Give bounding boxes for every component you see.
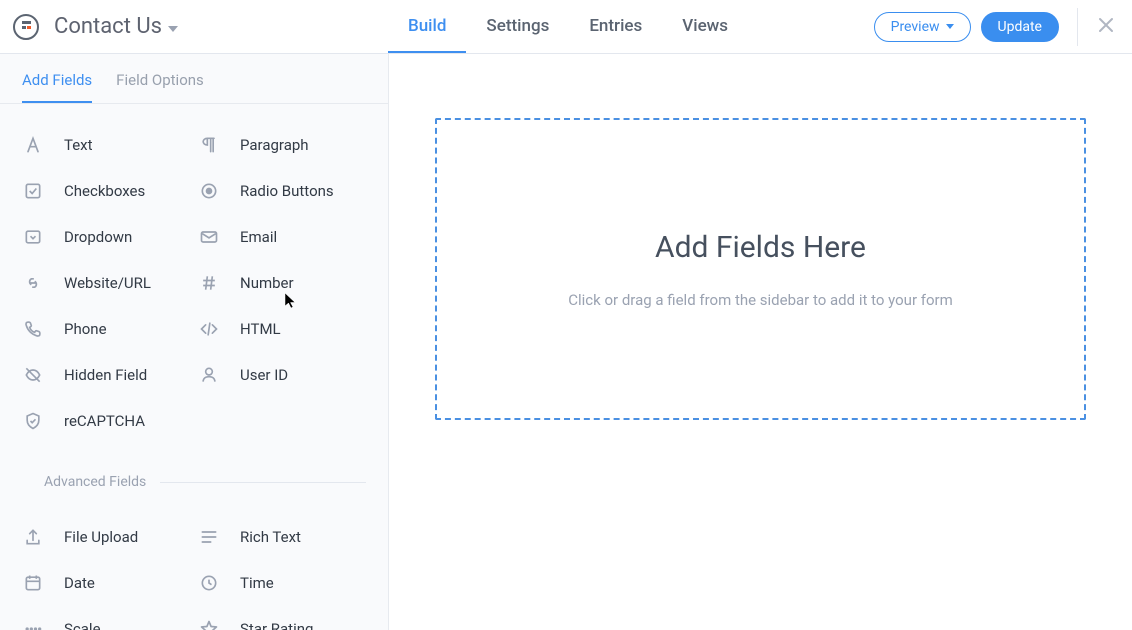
field-label: Paragraph (240, 136, 309, 154)
main-tabs: Build Settings Entries Views (388, 0, 748, 53)
field-label: Website/URL (64, 274, 151, 292)
field-item-user-id[interactable]: User ID (196, 352, 368, 398)
tab-build[interactable]: Build (388, 0, 466, 53)
field-label: Number (240, 274, 294, 292)
upload-icon (20, 527, 46, 547)
field-label: Time (240, 574, 274, 592)
user-icon (196, 365, 222, 385)
update-button[interactable]: Update (981, 12, 1059, 42)
preview-button[interactable]: Preview (874, 12, 971, 42)
basic-fields-grid: Text Paragraph Checkboxes Radio Buttons Drop… (0, 104, 388, 456)
hidden-icon (20, 365, 46, 385)
form-title: Contact Us (54, 14, 162, 39)
form-title-dropdown[interactable]: Contact Us (54, 14, 178, 39)
dropzone[interactable]: Add Fields Here Click or drag a field fr… (435, 118, 1086, 420)
field-item-dropdown[interactable]: Dropdown (20, 214, 192, 260)
field-item-recaptcha[interactable]: reCAPTCHA (20, 398, 192, 444)
tab-entries[interactable]: Entries (569, 0, 662, 53)
field-item-scale[interactable]: Scale (20, 606, 192, 630)
field-label: Dropdown (64, 228, 132, 246)
field-item-radio-buttons[interactable]: Radio Buttons (196, 168, 368, 214)
phone-icon (20, 319, 46, 339)
dropzone-subtitle: Click or drag a field from the sidebar t… (568, 291, 953, 309)
link-icon (20, 273, 46, 293)
field-item-checkboxes[interactable]: Checkboxes (20, 168, 192, 214)
close-button[interactable] (1096, 16, 1116, 38)
sidebar-tabs: Add Fields Field Options (0, 54, 388, 104)
email-icon (196, 227, 222, 247)
tab-settings[interactable]: Settings (466, 0, 569, 53)
field-label: Phone (64, 320, 107, 338)
field-item-phone[interactable]: Phone (20, 306, 192, 352)
field-label: File Upload (64, 528, 138, 546)
advanced-fields-grid: File Upload Rich Text Date Time Scale Star Ra… (0, 496, 388, 630)
tab-views[interactable]: Views (662, 0, 748, 53)
field-item-rich-text[interactable]: Rich Text (196, 514, 368, 560)
field-label: Radio Buttons (240, 182, 334, 200)
preview-label: Preview (891, 19, 940, 35)
field-item-paragraph[interactable]: Paragraph (196, 122, 368, 168)
dropzone-title: Add Fields Here (655, 230, 866, 265)
field-item-html[interactable]: HTML (196, 306, 368, 352)
field-label: Checkboxes (64, 182, 145, 200)
field-label: Email (240, 228, 277, 246)
field-item-file-upload[interactable]: File Upload (20, 514, 192, 560)
field-item-star-rating[interactable]: Star Rating (196, 606, 368, 630)
checkbox-icon (20, 181, 46, 201)
dropdown-icon (20, 227, 46, 247)
field-label: Text (64, 136, 93, 154)
hash-icon (196, 273, 222, 293)
calendar-icon (20, 573, 46, 593)
sidebar-tab-field-options[interactable]: Field Options (116, 71, 204, 103)
list-icon (196, 527, 222, 547)
field-label: User ID (240, 366, 288, 384)
chevron-down-icon (946, 24, 954, 29)
field-item-email[interactable]: Email (196, 214, 368, 260)
font-icon (20, 135, 46, 155)
field-label: Date (64, 574, 95, 592)
field-label: Rich Text (240, 528, 301, 546)
update-label: Update (998, 19, 1042, 35)
field-label: Scale (64, 620, 101, 630)
code-icon (196, 319, 222, 339)
scale-icon (20, 619, 46, 630)
app-logo (12, 13, 40, 41)
header: Contact Us Build Settings Entries Views … (0, 0, 1132, 54)
field-label: reCAPTCHA (64, 412, 145, 430)
field-item-text[interactable]: Text (20, 122, 192, 168)
sidebar: Add Fields Field Options Text Paragraph Ch… (0, 54, 389, 630)
shield-icon (20, 411, 46, 431)
paragraph-icon (196, 135, 222, 155)
field-item-hidden-field[interactable]: Hidden Field (20, 352, 192, 398)
field-item-number[interactable]: Number (196, 260, 368, 306)
sidebar-tab-add-fields[interactable]: Add Fields (22, 71, 92, 103)
star-icon (196, 619, 222, 630)
form-canvas: Add Fields Here Click or drag a field fr… (389, 54, 1132, 630)
field-item-time[interactable]: Time (196, 560, 368, 606)
field-item-date[interactable]: Date (20, 560, 192, 606)
advanced-fields-header: Advanced Fields (0, 456, 388, 496)
field-item-website-url[interactable]: Website/URL (20, 260, 192, 306)
radio-icon (196, 181, 222, 201)
chevron-down-icon (168, 26, 178, 32)
close-icon (1098, 17, 1114, 33)
separator (1077, 8, 1078, 46)
field-label: Hidden Field (64, 366, 147, 384)
field-label: HTML (240, 320, 281, 338)
clock-icon (196, 573, 222, 593)
field-label: Star Rating (240, 620, 313, 630)
